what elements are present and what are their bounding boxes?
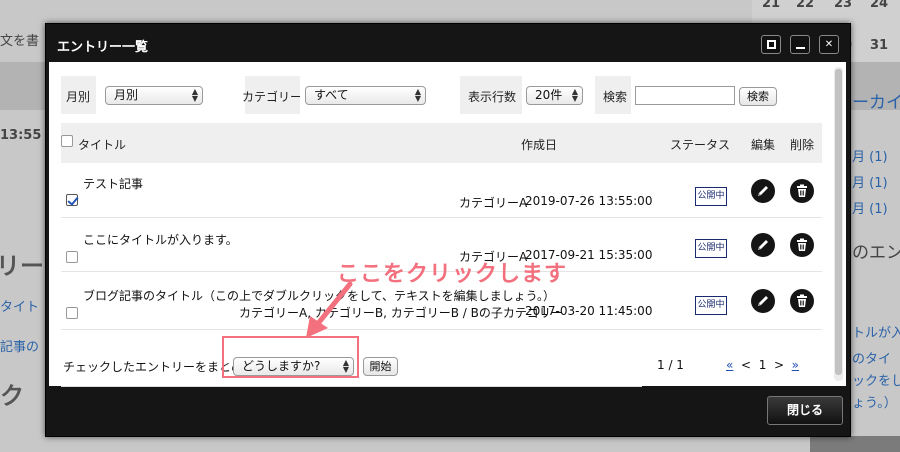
first-page-link[interactable]: « — [726, 358, 733, 372]
pagination: « < 1 > » — [726, 358, 799, 372]
status-badge: 公開中 — [695, 187, 727, 206]
close-dialog-button[interactable]: 閉じる — [767, 396, 843, 425]
column-delete: 削除 — [790, 138, 815, 152]
rows-filter-label: 表示行数 — [468, 90, 517, 104]
month-filter-value: 月別 — [114, 88, 139, 102]
pencil-icon — [758, 186, 768, 196]
entry-title[interactable]: ここにタイトルが入ります。 — [83, 231, 238, 248]
vertical-scrollbar[interactable] — [834, 67, 843, 381]
pencil-icon — [758, 296, 768, 306]
edit-button[interactable] — [751, 233, 775, 257]
start-button[interactable]: 開始 — [363, 357, 398, 376]
bg-bottom-bar — [810, 436, 900, 452]
category-filter-label: カテゴリー — [242, 90, 303, 104]
select-all-checkbox[interactable] — [61, 135, 73, 147]
bg-text: 文を書 — [0, 34, 40, 49]
close-icon: ✕ — [824, 39, 834, 50]
row-checkbox[interactable] — [66, 194, 78, 206]
bg-text: 月 (1) — [852, 176, 888, 191]
bg-text: 記事の — [0, 340, 40, 355]
category-filter-value: すべて — [314, 88, 349, 102]
column-edit: 編集 — [751, 138, 776, 152]
delete-button[interactable] — [790, 233, 814, 257]
next-page-link[interactable]: > — [774, 358, 784, 372]
status-badge: 公開中 — [695, 239, 727, 258]
select-arrows-icon: ▲ ▼ — [571, 87, 578, 103]
minimize-button[interactable] — [790, 35, 810, 54]
bg-text: ょう。） — [852, 396, 897, 411]
prev-page-link[interactable]: < — [741, 358, 751, 372]
trash-icon — [797, 238, 807, 251]
bg-text: 月 (1) — [852, 150, 888, 165]
delete-button[interactable] — [790, 289, 814, 313]
bg-text: トルが入 — [852, 326, 900, 341]
table-row: テスト記事 カテゴリーA 2019-07-26 13:55:00 公開中 — [61, 163, 822, 218]
search-input[interactable] — [635, 86, 735, 105]
annotation-highlight-box — [222, 336, 359, 378]
footer-divider — [61, 386, 642, 387]
category-filter-select[interactable]: すべて ▲ ▼ — [305, 86, 426, 105]
status-badge: 公開中 — [695, 296, 727, 315]
bg-text: ク — [0, 382, 24, 410]
entry-category: カテゴリーA, カテゴリーB, カテゴリーB / Bの子カテゴリー — [239, 306, 563, 320]
calendar-day: 21 — [761, 0, 781, 11]
select-arrows-icon: ▲ ▼ — [414, 87, 421, 103]
trash-icon — [797, 184, 807, 197]
row-checkbox[interactable] — [66, 251, 78, 263]
annotation-arrow-icon — [306, 282, 353, 338]
bg-text: 月 (1) — [852, 202, 888, 217]
dialog-title: エントリー一覧 — [57, 40, 149, 55]
column-title: タイトル — [78, 138, 127, 152]
scrollbar-thumb[interactable] — [835, 69, 842, 375]
bg-text: 13:55 — [0, 128, 42, 143]
entry-title[interactable]: テスト記事 — [83, 175, 143, 192]
bg-text: ーカイ — [852, 93, 900, 113]
search-label: 検索 — [603, 90, 628, 104]
entry-date: 2017-03-20 11:45:00 — [525, 304, 653, 318]
filter-bar: 月別 月別 ▲ ▼ カテゴリー すべて ▲ ▼ 表示行数 20件 ▲ ▼ 検索 … — [61, 76, 822, 114]
bg-text: リー — [0, 252, 44, 280]
pencil-icon — [758, 240, 768, 250]
calendar-day: 31 — [869, 38, 889, 53]
dialog-content: 月別 月別 ▲ ▼ カテゴリー すべて ▲ ▼ 表示行数 20件 ▲ ▼ 検索 … — [49, 62, 846, 387]
rows-filter-value: 20件 — [535, 88, 563, 102]
minimize-icon — [795, 47, 805, 49]
row-checkbox[interactable] — [66, 307, 78, 319]
table-header: タイトル 作成日 ステータス 編集 削除 — [61, 123, 822, 163]
maximize-icon — [766, 40, 776, 49]
bulk-action-bar: チェックしたエントリーをまとめて どうしますか? ▲ ▼ 開始 1 / 1 « <… — [61, 347, 822, 387]
pagination-summary: 1 / 1 — [657, 358, 684, 372]
bg-text: タイト — [0, 300, 40, 315]
search-cell: 検索 — [631, 76, 822, 114]
edit-button[interactable] — [751, 289, 775, 313]
rows-filter-cell: 20件 ▲ ▼ — [522, 76, 595, 114]
month-filter-select[interactable]: 月別 ▲ ▼ — [105, 86, 203, 105]
rows-filter-select[interactable]: 20件 ▲ ▼ — [526, 86, 583, 105]
annotation-text: ここをクリックします — [337, 262, 568, 287]
edit-button[interactable] — [751, 179, 775, 203]
maximize-button[interactable] — [761, 35, 781, 54]
calendar-day: 23 — [833, 0, 853, 11]
bg-text: のエン — [852, 243, 900, 263]
calendar-day: 22 — [795, 0, 815, 11]
category-filter-cell: すべて ▲ ▼ — [300, 76, 460, 114]
month-filter-cell: 月別 ▲ ▼ — [96, 76, 245, 114]
bg-text: のタイ — [852, 352, 892, 367]
calendar-day: 24 — [869, 0, 889, 11]
column-created: 作成日 — [521, 138, 558, 152]
entry-list-dialog: エントリー一覧 ✕ 月別 月別 ▲ ▼ カテゴリー すべて ▲ ▼ 表示行数 2… — [45, 23, 851, 437]
trash-icon — [797, 294, 807, 307]
current-page: 1 — [758, 358, 767, 372]
close-window-button[interactable]: ✕ — [819, 35, 839, 54]
last-page-link[interactable]: » — [792, 358, 799, 372]
entry-category: カテゴリーA — [459, 196, 528, 210]
entry-date: 2019-07-26 13:55:00 — [525, 194, 653, 208]
search-button[interactable]: 検索 — [739, 87, 777, 106]
delete-button[interactable] — [790, 179, 814, 203]
bg-text: ックをし — [852, 374, 900, 389]
column-status: ステータス — [670, 138, 731, 152]
dialog-titlebar[interactable]: エントリー一覧 ✕ — [46, 24, 850, 62]
month-filter-label: 月別 — [66, 90, 91, 104]
select-arrows-icon: ▲ ▼ — [191, 87, 198, 103]
